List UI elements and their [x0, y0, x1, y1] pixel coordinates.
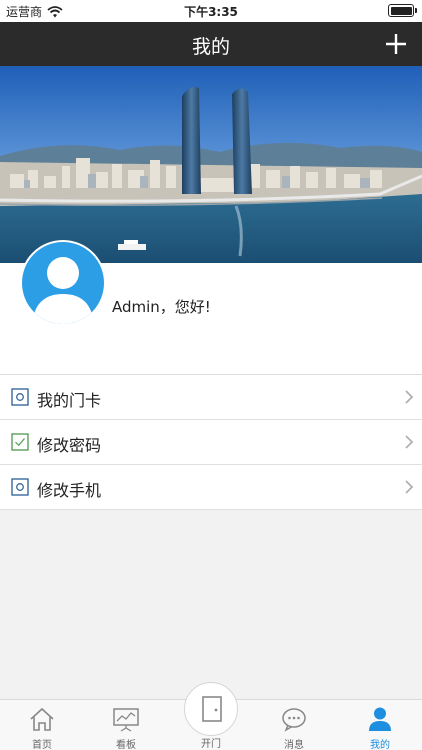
page-title: 我的 — [191, 36, 230, 58]
menu-item-label: 我的门卡 — [37, 391, 102, 410]
square-check-icon — [11, 433, 29, 451]
home-icon — [30, 707, 54, 731]
banner-image — [0, 66, 422, 263]
chart-board-icon — [113, 708, 139, 732]
menu-item-label: 修改手机 — [37, 481, 102, 500]
door-icon — [202, 696, 222, 722]
chat-icon — [282, 708, 306, 732]
square-circle-icon — [11, 388, 29, 406]
user-icon — [369, 707, 391, 731]
chevron-right-icon — [405, 480, 414, 494]
tab-label: 首页 — [32, 740, 52, 750]
tab-label: 看板 — [116, 740, 136, 750]
menu-item-change-password[interactable]: 修改密码 — [0, 420, 422, 465]
menu-item-label: 修改密码 — [37, 436, 102, 455]
tab-board[interactable]: 看板 — [84, 700, 168, 750]
tab-label-open-door: 开门 — [201, 739, 221, 750]
tab-label: 我的 — [370, 740, 390, 750]
menu-item-change-phone[interactable]: 修改手机 — [0, 465, 422, 510]
add-icon[interactable] — [380, 28, 412, 60]
chevron-right-icon — [405, 390, 414, 404]
status-time: 下午3:35 — [184, 5, 238, 19]
settings-menu: 我的门卡 修改密码 修改手机 — [0, 374, 422, 510]
tab-label: 消息 — [284, 740, 304, 750]
avatar[interactable] — [20, 240, 106, 326]
battery-icon — [388, 4, 417, 17]
tab-messages[interactable]: 消息 — [252, 700, 336, 750]
greeting-text: Admin，您好! — [112, 298, 211, 316]
open-door-button[interactable] — [184, 682, 238, 736]
square-circle-icon — [11, 478, 29, 496]
menu-item-my-card[interactable]: 我的门卡 — [0, 375, 422, 420]
nav-bar: 我的 — [0, 22, 422, 66]
status-bar: 运营商 下午3:35 — [0, 0, 422, 22]
chevron-right-icon — [405, 435, 414, 449]
tab-home[interactable]: 首页 — [0, 700, 84, 750]
tab-mine[interactable]: 我的 — [338, 700, 422, 750]
user-avatar-icon — [32, 257, 94, 324]
